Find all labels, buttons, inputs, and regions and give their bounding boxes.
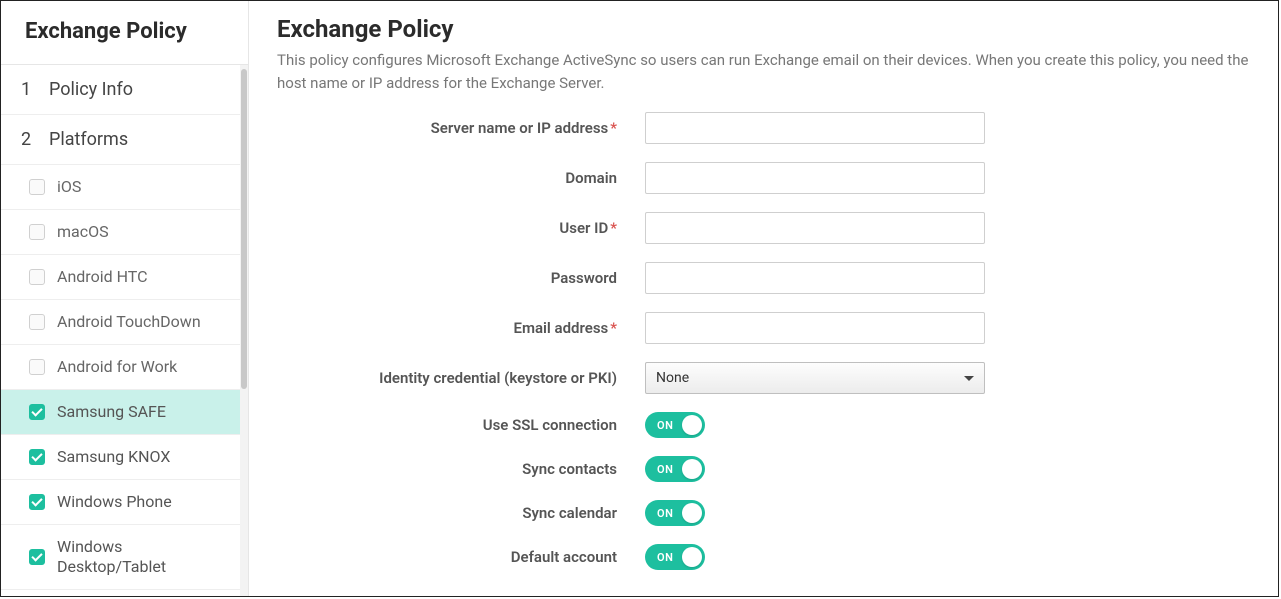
required-marker: *	[610, 119, 617, 137]
ssl-toggle[interactable]: ON	[645, 412, 705, 438]
platform-ios[interactable]: iOS	[1, 165, 248, 210]
row-email: Email address*	[277, 312, 1250, 344]
checkbox-icon[interactable]	[29, 179, 45, 195]
row-contacts: Sync contacts ON	[277, 456, 1250, 482]
checkbox-icon[interactable]	[29, 269, 45, 285]
platform-label: Android for Work	[57, 357, 226, 377]
checkbox-icon[interactable]	[29, 314, 45, 330]
sidebar-title: Exchange Policy	[1, 1, 248, 65]
label-userid: User ID*	[277, 219, 645, 237]
password-input[interactable]	[645, 262, 985, 294]
step-label: Platforms	[49, 129, 128, 150]
checkbox-icon[interactable]	[29, 494, 45, 510]
checkbox-icon[interactable]	[29, 359, 45, 375]
chevron-down-icon	[964, 376, 974, 381]
default-toggle[interactable]: ON	[645, 544, 705, 570]
step-policy-info[interactable]: 1 Policy Info	[1, 65, 248, 115]
toggle-state: ON	[657, 551, 673, 564]
identity-select[interactable]: None	[645, 362, 985, 394]
step-platforms[interactable]: 2 Platforms	[1, 115, 248, 165]
step-number: 2	[21, 129, 39, 150]
toggle-knob-icon	[682, 459, 702, 479]
platform-windows-phone[interactable]: Windows Phone	[1, 480, 248, 525]
required-marker: *	[610, 219, 617, 237]
sidebar-body: 1 Policy Info 2 Platforms iOS macOS Andr…	[1, 65, 248, 596]
main-panel: Exchange Policy This policy configures M…	[249, 1, 1278, 596]
label-ssl: Use SSL connection	[277, 416, 645, 434]
sidebar: Exchange Policy 1 Policy Info 2 Platform…	[1, 1, 249, 596]
platform-label: Samsung SAFE	[57, 402, 226, 422]
platform-label: Windows Phone	[57, 492, 226, 512]
label-password: Password	[277, 269, 645, 287]
checkbox-icon[interactable]	[29, 549, 45, 565]
toggle-state: ON	[657, 419, 673, 432]
label-contacts: Sync contacts	[277, 460, 645, 478]
platform-label: Android HTC	[57, 267, 226, 287]
scrollbar-thumb[interactable]	[241, 69, 247, 389]
platform-label: Android TouchDown	[57, 312, 226, 332]
userid-input[interactable]	[645, 212, 985, 244]
label-default: Default account	[277, 548, 645, 566]
platform-label: macOS	[57, 222, 226, 242]
contacts-toggle[interactable]: ON	[645, 456, 705, 482]
label-calendar: Sync calendar	[277, 504, 645, 522]
toggle-knob-icon	[682, 503, 702, 523]
platform-macos[interactable]: macOS	[1, 210, 248, 255]
row-calendar: Sync calendar ON	[277, 500, 1250, 526]
domain-input[interactable]	[645, 162, 985, 194]
select-value: None	[656, 370, 689, 386]
platform-label: Windows Desktop/Tablet	[57, 537, 226, 577]
toggle-state: ON	[657, 463, 673, 476]
server-input[interactable]	[645, 112, 985, 144]
platform-samsung-knox[interactable]: Samsung KNOX	[1, 435, 248, 480]
toggle-state: ON	[657, 507, 673, 520]
page-title: Exchange Policy	[277, 15, 1250, 43]
platform-label: iOS	[57, 177, 226, 197]
label-domain: Domain	[277, 169, 645, 187]
label-identity: Identity credential (keystore or PKI)	[277, 369, 645, 387]
scrollbar[interactable]	[240, 65, 248, 596]
calendar-toggle[interactable]: ON	[645, 500, 705, 526]
label-server: Server name or IP address*	[277, 119, 645, 137]
checkbox-icon[interactable]	[29, 224, 45, 240]
required-marker: *	[610, 319, 617, 337]
platform-samsung-safe[interactable]: Samsung SAFE	[1, 390, 248, 435]
platform-label: Samsung KNOX	[57, 447, 226, 467]
page-description: This policy configures Microsoft Exchang…	[277, 49, 1250, 94]
platform-android-for-work[interactable]: Android for Work	[1, 345, 248, 390]
label-email: Email address*	[277, 319, 645, 337]
step-number: 1	[21, 79, 39, 100]
row-default: Default account ON	[277, 544, 1250, 570]
toggle-knob-icon	[682, 415, 702, 435]
email-input[interactable]	[645, 312, 985, 344]
row-password: Password	[277, 262, 1250, 294]
checkbox-icon[interactable]	[29, 404, 45, 420]
toggle-knob-icon	[682, 547, 702, 567]
row-server: Server name or IP address*	[277, 112, 1250, 144]
step-label: Policy Info	[49, 79, 133, 100]
row-ssl: Use SSL connection ON	[277, 412, 1250, 438]
row-userid: User ID*	[277, 212, 1250, 244]
platform-android-htc[interactable]: Android HTC	[1, 255, 248, 300]
platform-windows-desktop-tablet[interactable]: Windows Desktop/Tablet	[1, 525, 248, 590]
row-domain: Domain	[277, 162, 1250, 194]
checkbox-icon[interactable]	[29, 449, 45, 465]
row-identity: Identity credential (keystore or PKI) No…	[277, 362, 1250, 394]
platform-android-touchdown[interactable]: Android TouchDown	[1, 300, 248, 345]
